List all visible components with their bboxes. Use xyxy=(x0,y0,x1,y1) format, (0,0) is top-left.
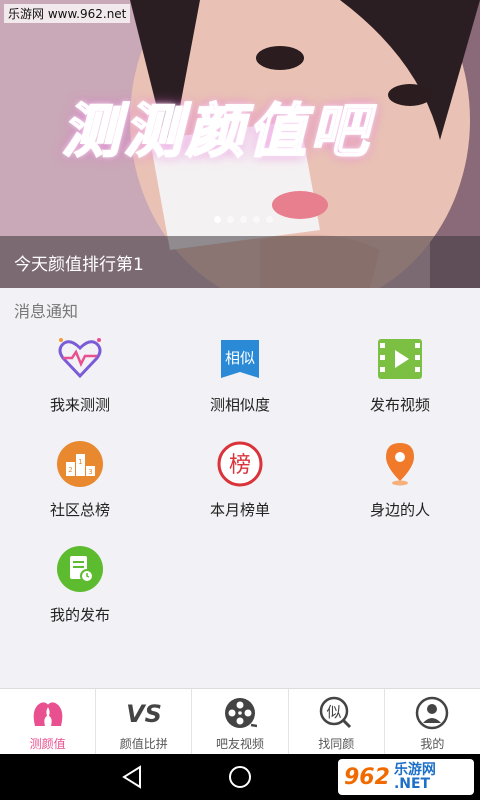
feature-label: 我的发布 xyxy=(49,606,110,624)
feature-similarity[interactable]: 相似 测相似度 xyxy=(160,330,320,435)
feature-label: 身边的人 xyxy=(369,501,430,519)
svg-text:3: 3 xyxy=(88,468,92,476)
similar-icon-text: 相似 xyxy=(225,349,255,367)
nav-test-beauty[interactable]: 测颜值 xyxy=(0,689,97,755)
svg-text:1: 1 xyxy=(78,458,82,466)
svg-text:2: 2 xyxy=(68,466,72,474)
film-reel-icon xyxy=(220,695,260,731)
feature-nearby-people[interactable]: 身边的人 xyxy=(320,435,480,540)
carousel-dot[interactable] xyxy=(227,216,234,223)
nav-label: 测颜值 xyxy=(29,737,66,751)
versus-icon-text: VS xyxy=(126,700,162,728)
banner-carousel[interactable]: 测测颜值吧 今天颜值排行第1 xyxy=(0,0,480,288)
home-button[interactable] xyxy=(227,764,253,794)
feature-label: 社区总榜 xyxy=(49,501,110,519)
feature-publish-video[interactable]: 发布视频 xyxy=(320,330,480,435)
find-similar-icon-text: 似 xyxy=(327,703,342,721)
feature-label: 我来测测 xyxy=(49,396,110,414)
location-pin-icon xyxy=(375,439,425,489)
bottom-nav: 测颜值 VS 颜值比拼 吧友视频 似 找同颜 我的 xyxy=(0,688,480,755)
banner-overlay-title: 测测颜值吧 xyxy=(61,96,373,166)
back-triangle-icon xyxy=(122,765,141,789)
status-bar: 乐游网 www.962.net xyxy=(0,0,480,24)
site-logo-962: 962 乐游网 .NET xyxy=(338,759,474,795)
nav-label: 我的 xyxy=(420,737,445,751)
nav-label: 颜值比拼 xyxy=(119,737,168,751)
ranking-seal-icon: 榜 xyxy=(215,439,265,489)
faces-icon xyxy=(28,695,68,731)
carousel-dot[interactable] xyxy=(214,216,221,223)
nav-versus[interactable]: VS 颜值比拼 xyxy=(96,689,193,755)
system-nav-bar: 962 乐游网 .NET xyxy=(0,754,480,800)
feature-label: 本月榜单 xyxy=(209,501,270,519)
carousel-dots xyxy=(214,216,273,223)
versus-icon: VS xyxy=(124,695,164,731)
carousel-dot[interactable] xyxy=(253,216,260,223)
logo-net: .NET xyxy=(393,776,431,792)
seal-icon-text: 榜 xyxy=(229,453,251,478)
feature-monthly-rank[interactable]: 榜 本月榜单 xyxy=(160,435,320,540)
carousel-dot[interactable] xyxy=(266,216,273,223)
feature-community-rank[interactable]: 2 1 3 社区总榜 xyxy=(0,435,160,540)
nav-videos[interactable]: 吧友视频 xyxy=(192,689,289,755)
logo-text: 乐游网 .NET xyxy=(394,763,436,791)
banner-caption-bar: 今天颜值排行第1 xyxy=(0,236,480,288)
section-title: 消息通知 xyxy=(14,302,79,321)
similar-bookmark-icon: 相似 xyxy=(215,334,265,384)
user-profile-icon xyxy=(412,695,452,731)
logo-number: 962 xyxy=(344,764,390,790)
nav-mine[interactable]: 我的 xyxy=(385,689,480,755)
watermark-text: 乐游网 www.962.net xyxy=(4,4,131,23)
nav-label: 吧友视频 xyxy=(216,737,265,751)
feature-my-posts[interactable]: 我的发布 xyxy=(0,540,160,645)
feature-test-me[interactable]: 我来测测 xyxy=(0,330,160,435)
home-circle-icon xyxy=(229,766,251,788)
heart-pulse-icon xyxy=(55,334,105,384)
podium-icon: 2 1 3 xyxy=(55,439,105,489)
feature-label: 发布视频 xyxy=(369,396,430,414)
nav-label: 找同颜 xyxy=(318,737,355,751)
carousel-dot[interactable] xyxy=(240,216,247,223)
back-button[interactable] xyxy=(120,764,146,794)
feature-label: 测相似度 xyxy=(209,396,270,414)
video-film-icon xyxy=(375,334,425,384)
my-posts-icon xyxy=(55,544,105,594)
nav-find-similar[interactable]: 似 找同颜 xyxy=(289,689,385,755)
find-similar-icon: 似 xyxy=(316,695,356,731)
banner-caption: 今天颜值排行第1 xyxy=(14,255,144,275)
